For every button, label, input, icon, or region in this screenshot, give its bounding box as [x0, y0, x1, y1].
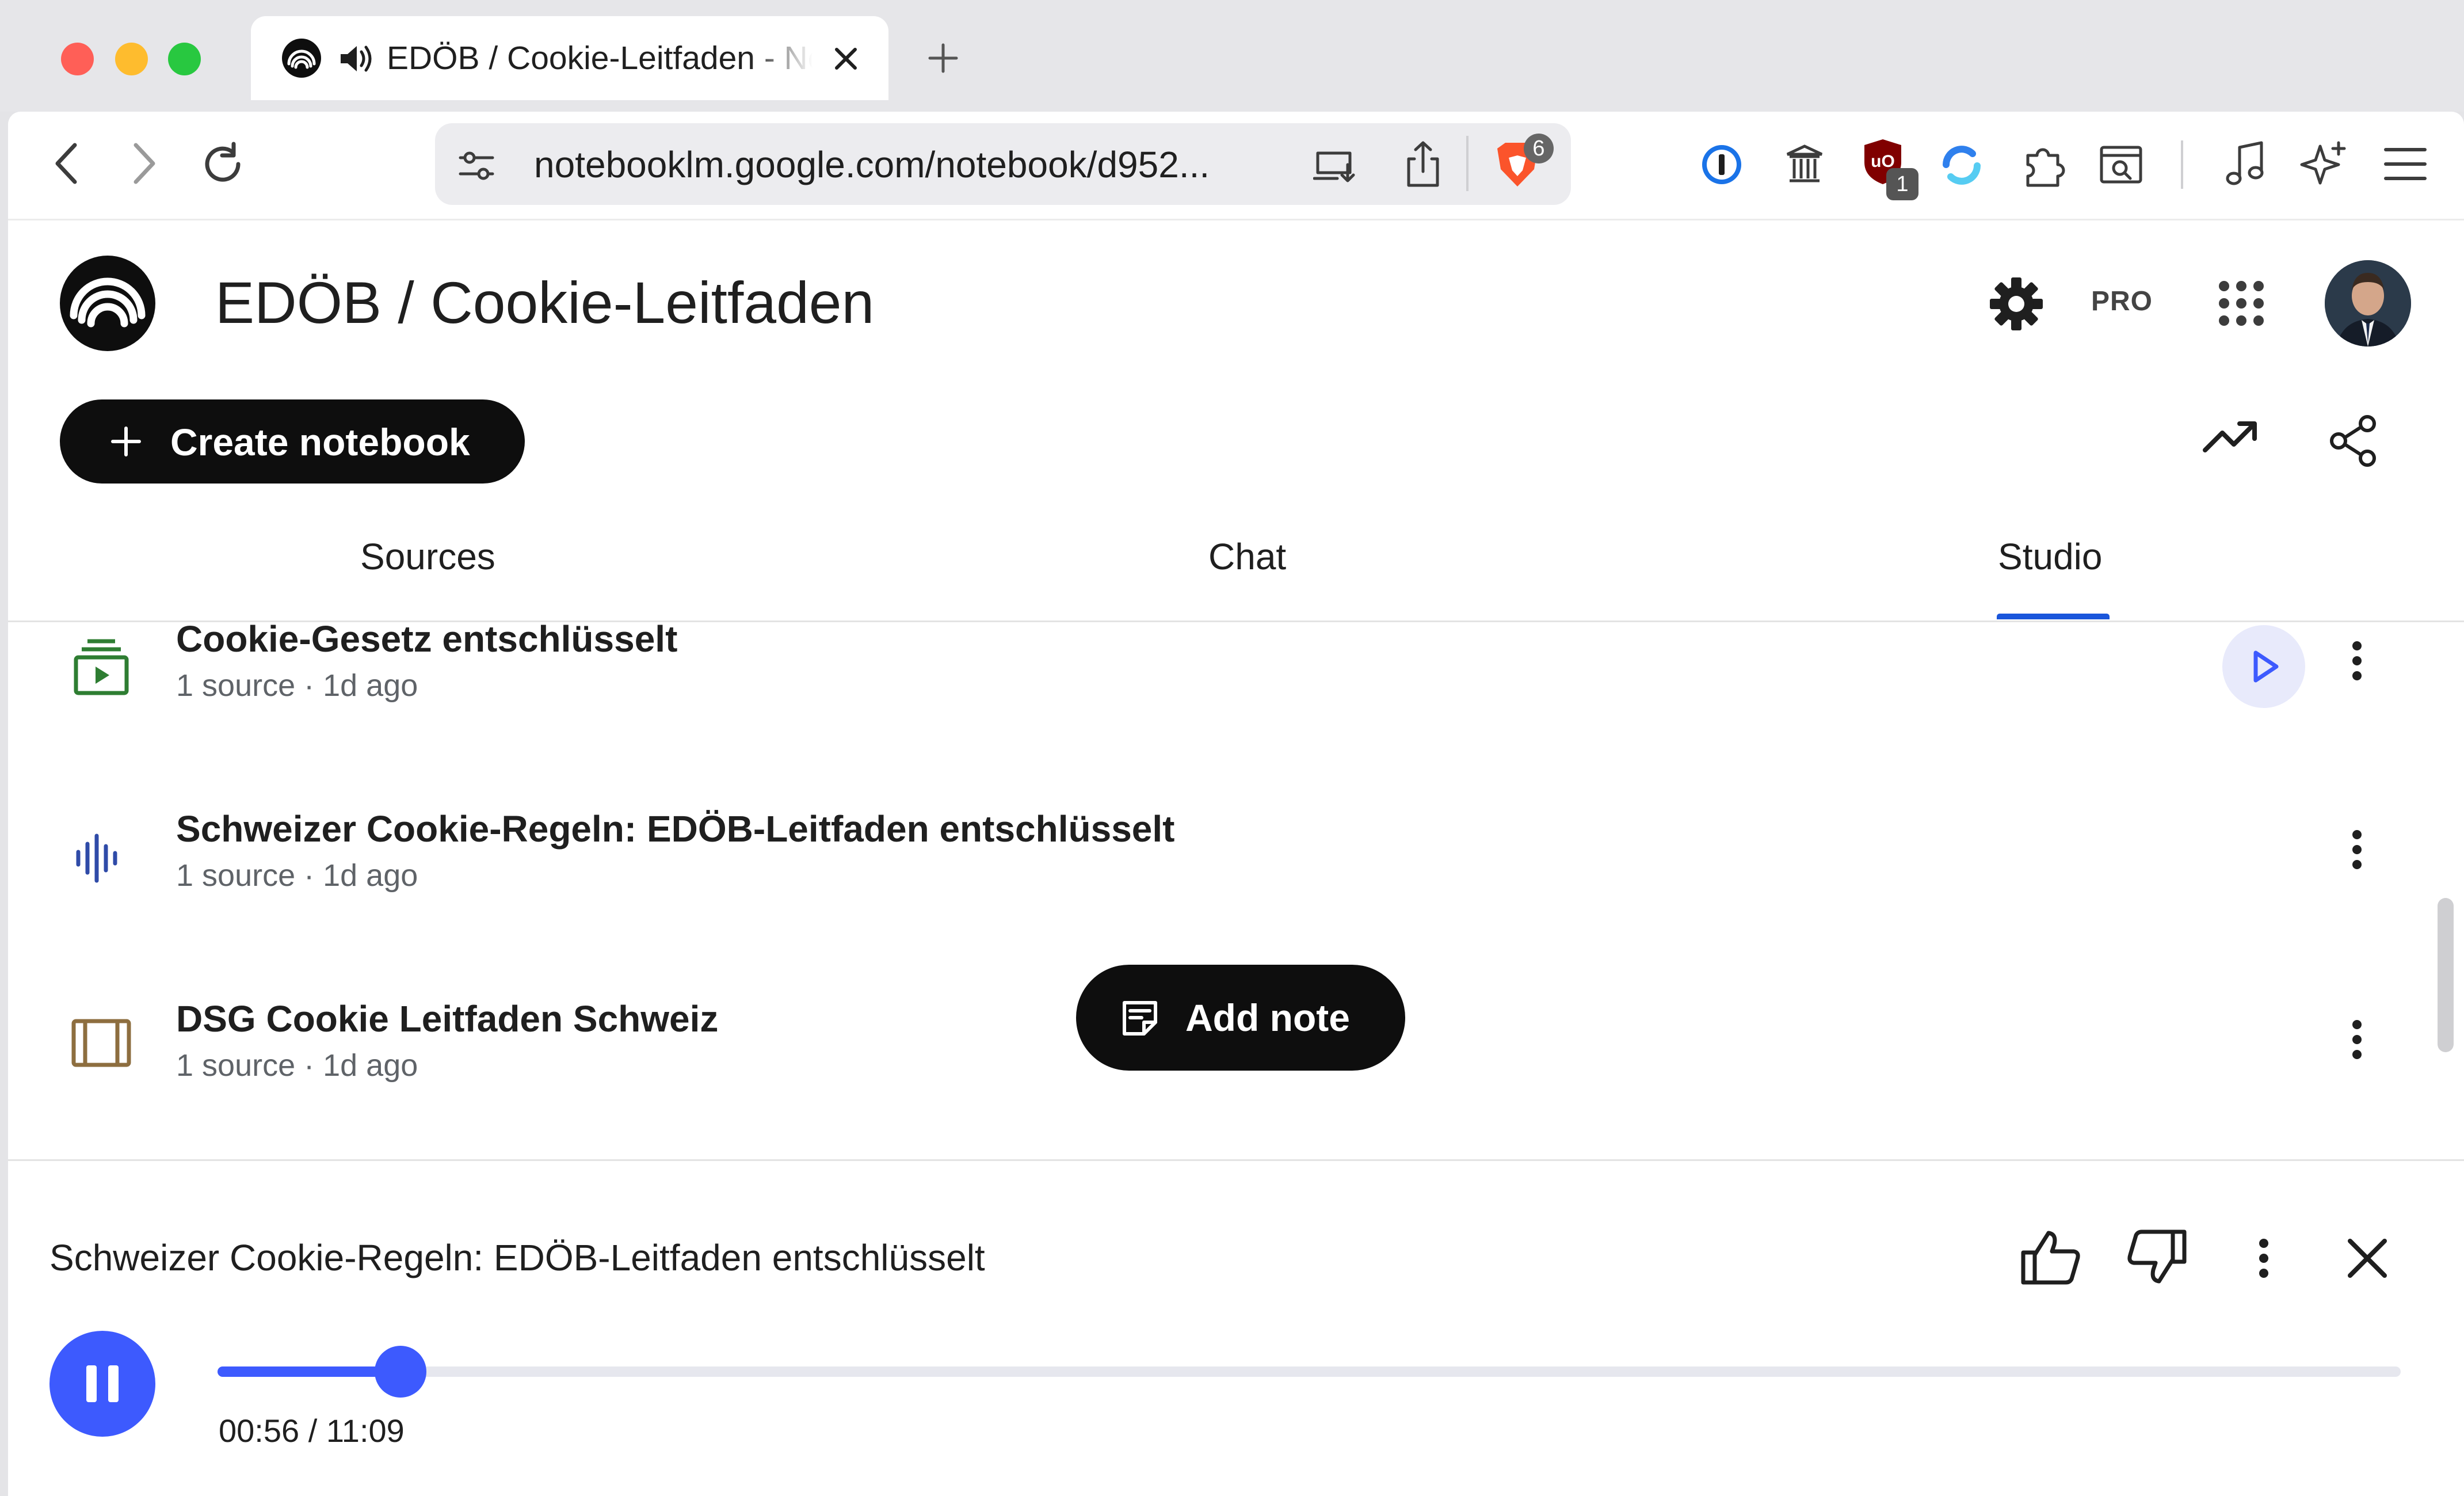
studio-item-meta: 1 source · 1d ago — [176, 668, 418, 703]
url-text[interactable]: notebooklm.google.com/notebook/d952... — [534, 143, 1210, 186]
tab-chat[interactable]: Chat — [1208, 534, 1286, 579]
share-icon[interactable] — [2326, 413, 2381, 469]
user-avatar[interactable] — [2325, 260, 2411, 347]
player-divider — [8, 1159, 2464, 1161]
google-apps-icon[interactable] — [2217, 279, 2266, 328]
active-tab-indicator — [1997, 614, 2110, 619]
brave-shields-count-badge: 6 — [1524, 134, 1554, 163]
thumbs-up-icon[interactable] — [2020, 1227, 2083, 1287]
settings-gear-icon[interactable] — [1986, 274, 2046, 334]
more-options-icon[interactable] — [2340, 819, 2374, 882]
studio-item-meta: 1 source · 1d ago — [176, 1048, 418, 1083]
add-note-label: Add note — [1185, 996, 1350, 1039]
audio-overview-icon — [74, 832, 120, 884]
notebook-title[interactable]: EDÖB / Cookie-Leitfaden — [215, 267, 874, 338]
back-arrow-icon[interactable] — [47, 139, 87, 188]
bookmarks-library-icon[interactable] — [1782, 142, 1828, 188]
playback-scrubber-handle[interactable] — [374, 1346, 426, 1398]
forward-arrow-icon[interactable] — [123, 139, 163, 188]
new-tab-button[interactable] — [923, 38, 963, 78]
studio-item-title: Cookie-Gesetz entschlüsselt — [176, 618, 678, 660]
playback-progress-track[interactable] — [218, 1366, 2401, 1377]
player-more-options-icon[interactable] — [2246, 1227, 2281, 1291]
tab-sources[interactable]: Sources — [360, 534, 495, 579]
note-icon — [1121, 999, 1159, 1037]
window-minimize-button[interactable] — [115, 43, 148, 75]
window-close-button[interactable] — [61, 43, 94, 75]
studio-item-meta: 1 source · 1d ago — [176, 858, 418, 893]
ublock-count-badge: 1 — [1886, 168, 1918, 200]
video-overview-icon — [73, 637, 130, 696]
more-options-icon[interactable] — [2340, 1008, 2374, 1072]
tab-title: EDÖB / Cookie-Leitfaden - NotebookLM — [387, 40, 813, 77]
studio-item-title: Schweizer Cookie-Regeln: EDÖB-Leitfaden … — [176, 808, 1175, 850]
close-player-icon[interactable] — [2343, 1234, 2391, 1282]
address-bar-divider — [1466, 136, 1469, 191]
studio-scrollbar-thumb[interactable] — [2438, 898, 2454, 1052]
tab-audio-icon[interactable] — [337, 41, 373, 76]
analytics-trend-icon[interactable] — [2202, 412, 2259, 458]
browser-menu-icon[interactable] — [2382, 144, 2428, 184]
page-search-icon[interactable] — [2098, 143, 2144, 186]
create-notebook-label: Create notebook — [170, 421, 470, 463]
reload-icon[interactable] — [197, 138, 249, 190]
studio-item-title: DSG Cookie Leitfaden Schweiz — [176, 998, 719, 1040]
toolbar-divider — [2181, 140, 2183, 189]
more-options-icon[interactable] — [2340, 630, 2374, 693]
playback-time: 00:56 / 11:09 — [219, 1413, 405, 1449]
media-controls-icon[interactable] — [2222, 138, 2271, 190]
pause-button[interactable] — [49, 1331, 155, 1437]
onepassword-extension-icon[interactable] — [1699, 142, 1745, 188]
share-page-icon[interactable] — [1402, 139, 1444, 189]
notebooklm-favicon-icon — [282, 39, 321, 78]
install-app-icon[interactable] — [1313, 145, 1357, 185]
player-title: Schweizer Cookie-Regeln: EDÖB-Leitfaden … — [49, 1237, 985, 1278]
play-video-button[interactable] — [2222, 625, 2305, 708]
extensions-puzzle-icon[interactable] — [2020, 140, 2068, 189]
leo-ai-icon[interactable] — [2299, 138, 2351, 190]
sync-extension-icon[interactable] — [1938, 142, 1985, 189]
thumbs-down-icon[interactable] — [2124, 1227, 2188, 1287]
slides-icon — [71, 1018, 131, 1068]
plus-icon — [107, 422, 145, 460]
tab-close-icon[interactable] — [829, 41, 863, 76]
window-zoom-button[interactable] — [168, 43, 201, 75]
site-settings-icon[interactable] — [455, 144, 498, 188]
notebooklm-logo-icon[interactable] — [60, 256, 155, 351]
tab-studio[interactable]: Studio — [1998, 534, 2102, 579]
pro-badge: PRO — [2091, 286, 2153, 317]
playback-progress-fill — [218, 1366, 401, 1377]
